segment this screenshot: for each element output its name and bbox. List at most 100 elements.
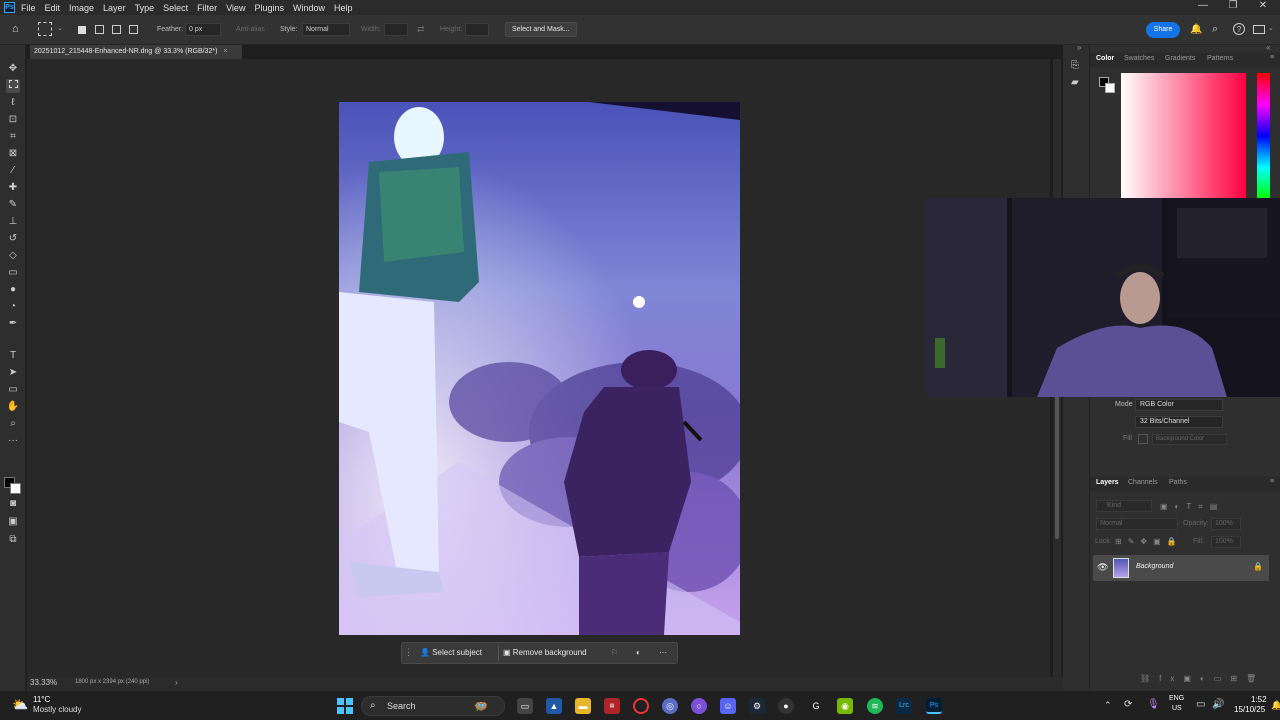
obs-like-icon[interactable]: ○ <box>691 698 707 714</box>
object-select-icon[interactable]: ⊡ <box>6 113 20 127</box>
spotify-icon[interactable]: ≋ <box>867 698 883 714</box>
weather-temp[interactable]: 11°C <box>33 695 50 704</box>
background-color-swatch[interactable] <box>10 483 21 494</box>
browser-icon[interactable]: ◎ <box>662 698 678 714</box>
height-input[interactable] <box>465 23 489 36</box>
pen-icon[interactable]: ✒ <box>6 317 20 331</box>
layer-filter-icons[interactable]: ▣◐T⌗▤ <box>1160 502 1224 512</box>
layer-fill-input[interactable]: 100% <box>1211 536 1241 548</box>
voice-meeter-icon[interactable]: ▤ <box>604 698 620 714</box>
tray-sync-icon[interactable]: ⟳ <box>1124 699 1132 710</box>
hue-slider[interactable] <box>1257 73 1270 199</box>
minimize-button[interactable]: — <box>1188 0 1218 11</box>
intersect-selection-icon[interactable] <box>129 25 138 34</box>
volume-icon[interactable]: 🔊 <box>1212 699 1224 710</box>
menu-file[interactable]: File <box>21 3 36 13</box>
rectangle-tool-icon[interactable]: ▭ <box>6 383 20 397</box>
feather-input[interactable]: 0 px <box>185 23 221 36</box>
search-icon[interactable]: ⌕ <box>1212 23 1218 36</box>
tab-swatches[interactable]: Swatches <box>1124 55 1154 62</box>
chevron-down-icon[interactable]: ⌄ <box>57 24 63 32</box>
epic-icon[interactable]: G <box>808 698 824 714</box>
quick-mask-icon[interactable]: ◙ <box>6 497 20 511</box>
collapse-right-icon[interactable]: « <box>1266 43 1270 52</box>
more-options-button[interactable]: ··· <box>655 646 671 661</box>
history-icon[interactable]: ⎘ <box>1071 60 1079 71</box>
screen-mode-icon[interactable]: ▣ <box>6 515 20 529</box>
gradient-icon[interactable]: ▭ <box>6 266 20 280</box>
windows-start-icon[interactable] <box>337 698 353 714</box>
lock-icons[interactable]: ⊞✎✥▣🔒 <box>1115 537 1183 546</box>
tab-gradients[interactable]: Gradients <box>1165 55 1195 62</box>
bell-icon[interactable]: 🔔 <box>1190 24 1202 35</box>
tab-patterns[interactable]: Patterns <box>1207 55 1233 62</box>
clock-date[interactable]: 15/10/25 <box>1234 705 1265 714</box>
taskbar-search[interactable]: ⌕ Search 🪺 <box>361 696 505 716</box>
layer-kind-filter[interactable]: Kind <box>1096 500 1152 512</box>
menu-filter[interactable]: Filter <box>197 3 217 13</box>
fill-select[interactable]: Background Color <box>1152 434 1227 445</box>
lightroom-classic-icon[interactable]: Lrc <box>896 698 912 714</box>
brush-icon[interactable]: ✎ <box>6 198 20 212</box>
close-window-button[interactable]: ✕ <box>1248 0 1278 11</box>
rectangular-marquee-icon[interactable] <box>6 79 20 93</box>
tray-mic-icon[interactable]: 🎙 <box>1147 699 1160 710</box>
document-image[interactable] <box>339 102 740 635</box>
collapse-panels-icon[interactable]: » <box>1077 43 1081 52</box>
bit-depth-select[interactable]: 32 Bits/Channel <box>1135 416 1223 428</box>
nvidia-icon[interactable]: ◉ <box>837 698 853 714</box>
share-button[interactable]: Share <box>1146 22 1180 38</box>
mode-select[interactable]: RGB Color <box>1135 399 1223 411</box>
tab-paths[interactable]: Paths <box>1169 479 1187 486</box>
eyedropper-icon[interactable]: ⁄ <box>6 164 20 178</box>
region-indicator[interactable]: US <box>1172 705 1182 712</box>
menu-window[interactable]: Window <box>293 3 325 13</box>
edit-toolbar-icon[interactable]: ⧉ <box>6 533 20 547</box>
remove-background-button[interactable]: ▣ Remove background <box>498 646 591 661</box>
layer-actions-bar[interactable]: ⛓fx▣◐▭⊞🗑 <box>1140 674 1265 683</box>
menu-edit[interactable]: Edit <box>45 3 61 13</box>
drag-handle-icon[interactable]: ⋮ <box>404 647 413 658</box>
clock-time[interactable]: 1:52 <box>1251 695 1267 704</box>
lasso-icon[interactable]: ℓ <box>6 96 20 110</box>
blend-mode-select[interactable]: Normal <box>1096 518 1178 530</box>
healing-brush-icon[interactable]: ✚ <box>6 181 20 195</box>
tab-channels[interactable]: Channels <box>1128 479 1158 486</box>
select-subject-button[interactable]: 👤 Select subject <box>416 646 486 661</box>
file-explorer-icon[interactable]: ▬ <box>575 698 591 714</box>
weather-desc[interactable]: Mostly cloudy <box>33 705 81 714</box>
more-tools-icon[interactable]: ··· <box>6 434 20 448</box>
antialias-checkbox[interactable]: Anti-alias <box>236 26 265 33</box>
menu-select[interactable]: Select <box>163 3 188 13</box>
network-icon[interactable]: ▭ <box>1196 699 1205 710</box>
panel-menu-icon[interactable]: ≡ <box>1270 54 1274 61</box>
type-tool-icon[interactable]: T <box>6 349 20 363</box>
workspace-icon[interactable] <box>1253 25 1265 34</box>
history-brush-icon[interactable]: ↺ <box>6 232 20 246</box>
tray-expand-icon[interactable]: ⌃ <box>1104 700 1112 711</box>
move-tool-icon[interactable]: ✥ <box>6 62 20 76</box>
subtract-selection-icon[interactable] <box>112 25 121 34</box>
layers-menu-icon[interactable]: ≡ <box>1270 478 1274 485</box>
menu-help[interactable]: Help <box>334 3 353 13</box>
maximize-button[interactable]: ❐ <box>1218 0 1248 11</box>
photos-app-icon[interactable]: ▲ <box>546 698 562 714</box>
tab-color[interactable]: Color <box>1096 55 1114 62</box>
weather-icon[interactable]: ⛅ <box>12 697 28 713</box>
eraser-icon[interactable]: ◇ <box>6 249 20 263</box>
language-indicator[interactable]: ENG <box>1169 695 1184 702</box>
swap-icon[interactable]: ⇄ <box>417 24 425 35</box>
frame-icon[interactable]: ⊠ <box>6 147 20 161</box>
layer-name[interactable]: Background <box>1136 563 1173 570</box>
eye-icon[interactable]: 👁 <box>1097 562 1108 573</box>
opacity-input[interactable]: 100% <box>1211 518 1241 530</box>
path-select-icon[interactable]: ➤ <box>6 366 20 380</box>
layer-row[interactable]: 👁 Background 🔒 <box>1093 555 1269 581</box>
new-selection-icon[interactable] <box>78 26 86 34</box>
status-arrow-icon[interactable]: › <box>175 678 178 687</box>
comments-icon[interactable]: ▰ <box>1071 77 1079 88</box>
marquee-preset-icon[interactable] <box>38 22 52 36</box>
blur-icon[interactable]: ● <box>6 283 20 297</box>
color-field[interactable] <box>1121 73 1246 199</box>
tab-close-icon[interactable]: × <box>223 48 227 55</box>
